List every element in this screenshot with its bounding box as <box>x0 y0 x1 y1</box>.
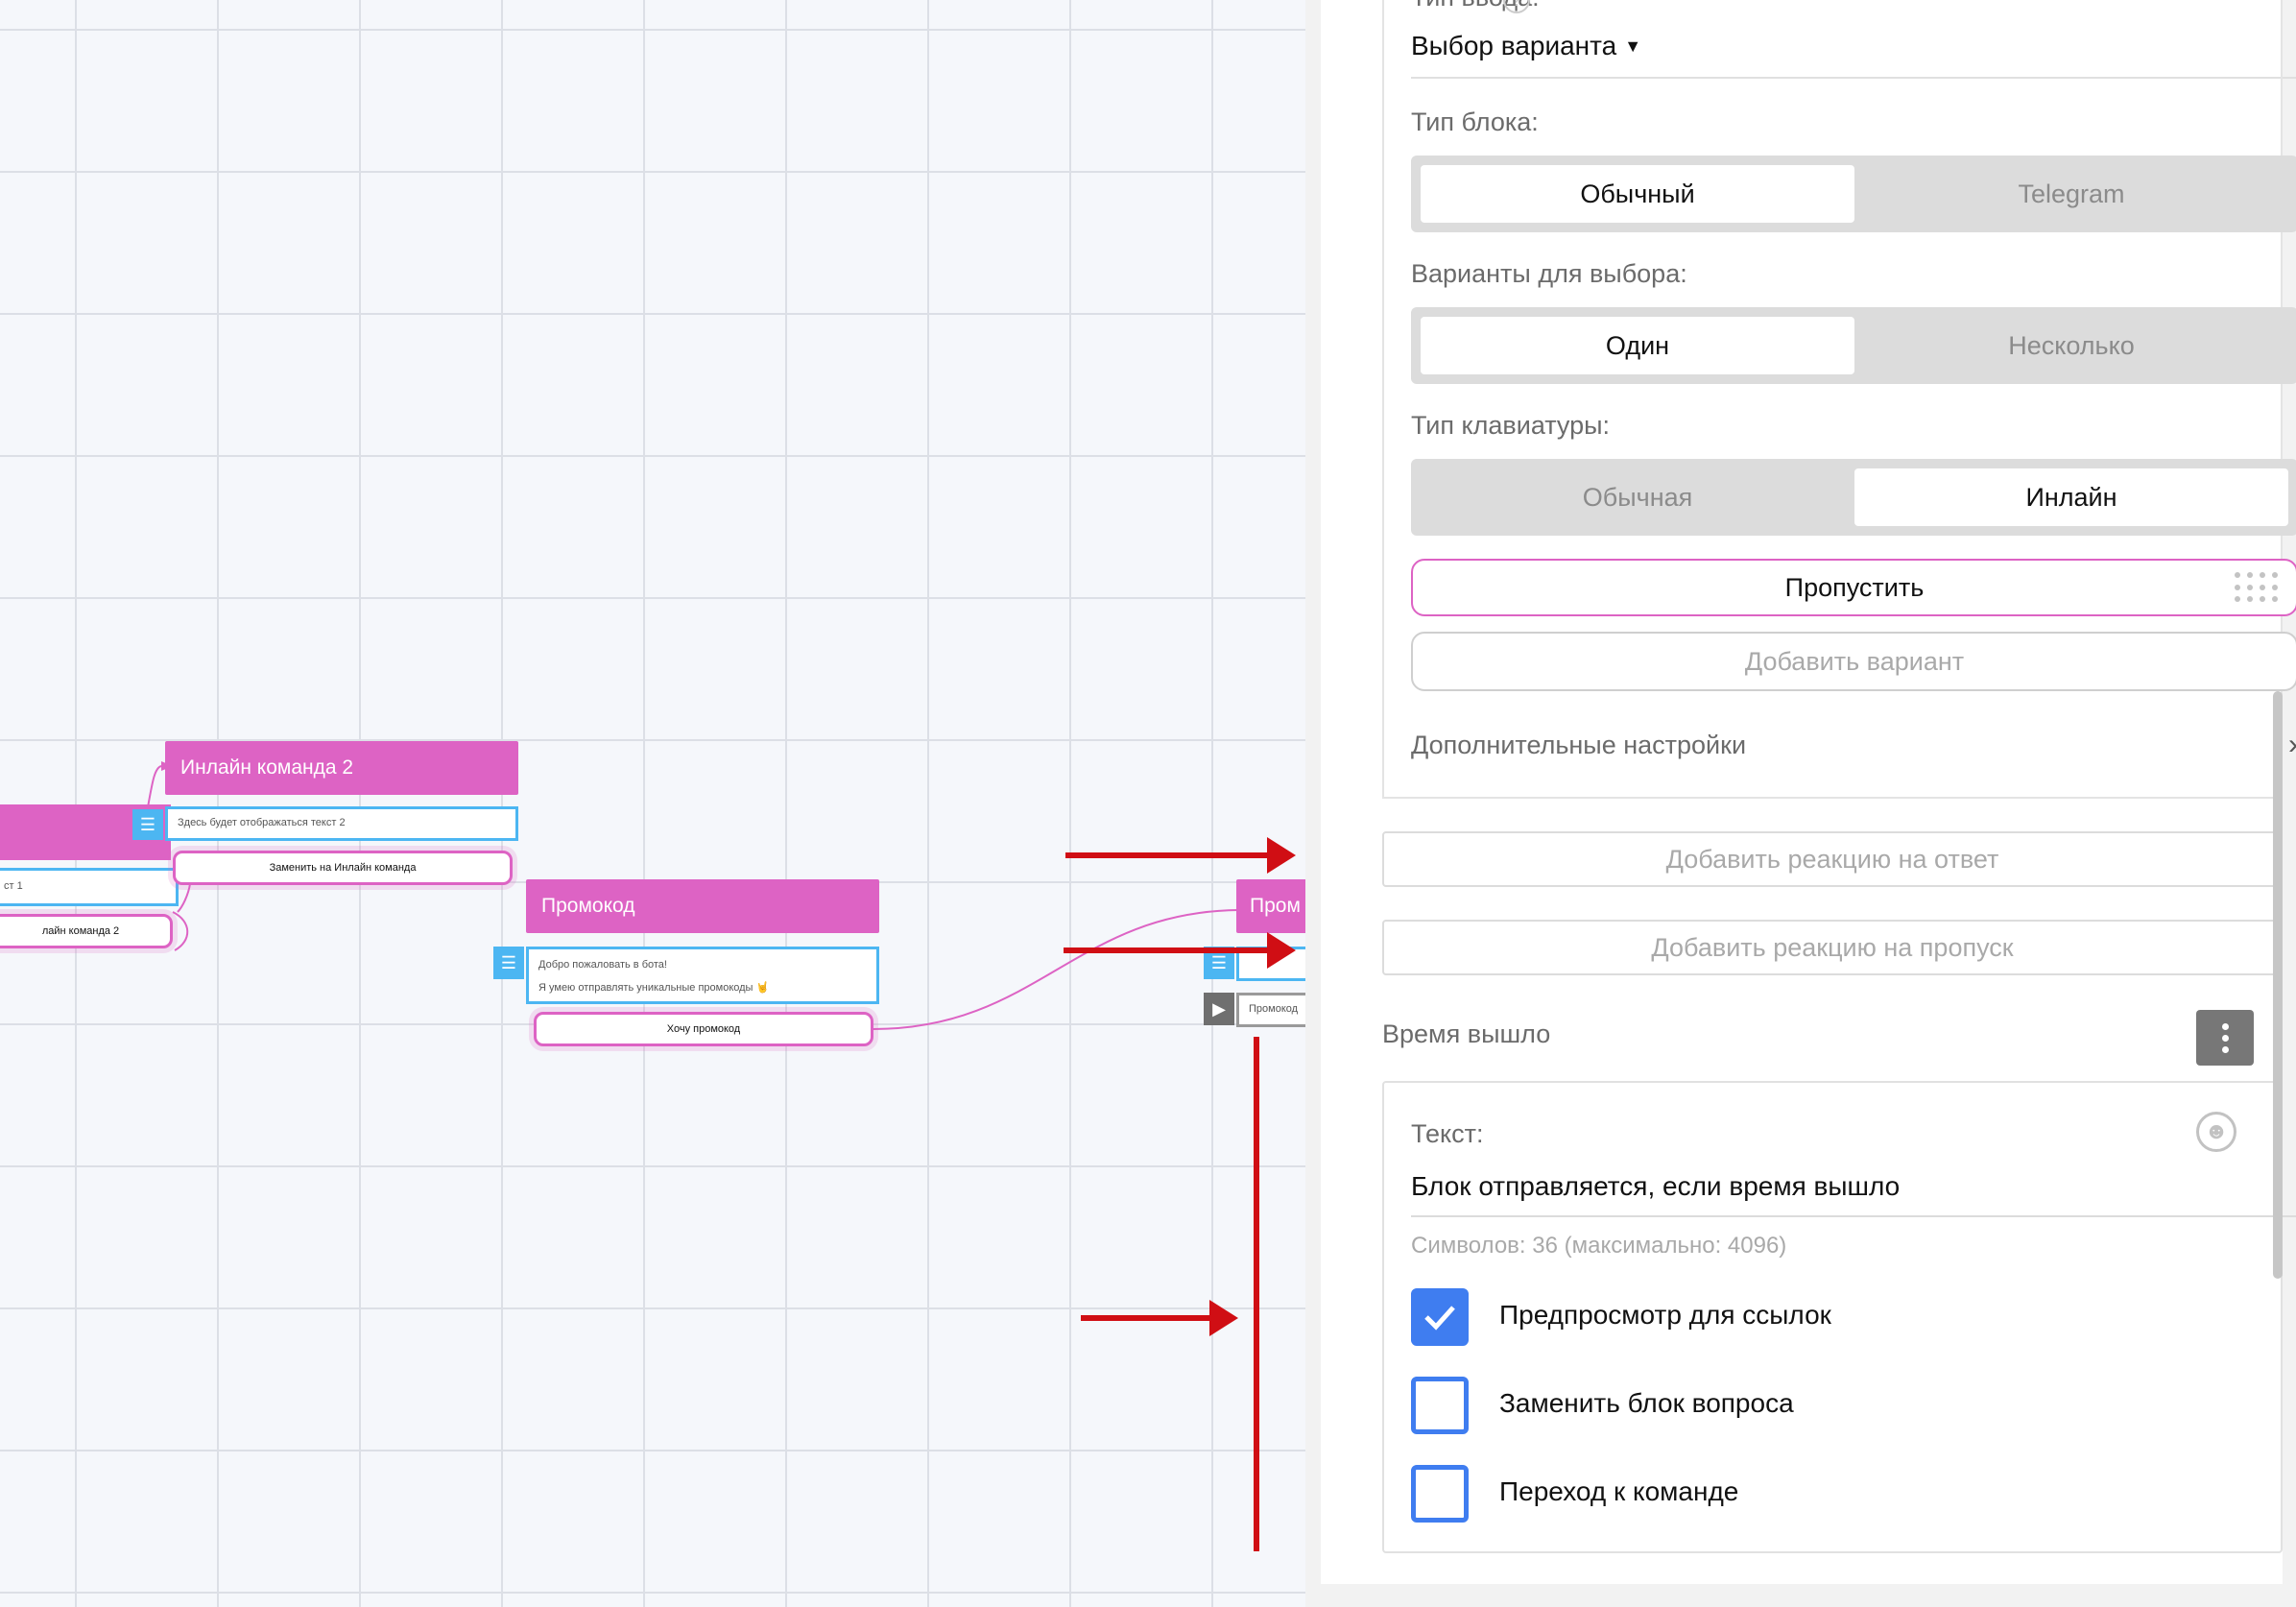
text-field-label: Текст: <box>1411 1119 1484 1148</box>
char-count: Символов: 36 (максимально: 4096) <box>1411 1233 1787 1259</box>
node-header-promo[interactable]: Промокод <box>526 879 879 933</box>
text-block-partial[interactable]: ст 1 <box>0 868 179 906</box>
text-block-content: Здесь будет отображаться текст 2 <box>178 817 346 828</box>
text-line-2: Я умею отправлять уникальные промокоды 🤘 <box>538 982 770 994</box>
drag-handle-icon[interactable] <box>2235 572 2281 605</box>
section-bottom-border <box>1382 797 2283 799</box>
timeout-text-value: Блок отправляется, если время вышло <box>1411 1171 1901 1201</box>
answer-button-replace-inline[interactable]: Заменить на Инлайн команда <box>173 851 513 885</box>
block-type-option-regular[interactable]: Обычный <box>1421 165 1854 223</box>
more-options-icon[interactable] <box>2196 1010 2254 1066</box>
checkbox-link-preview-label[interactable]: Предпросмотр для ссылок <box>1499 1300 1831 1331</box>
media-block-icon: ▶ <box>1204 993 1234 1025</box>
checkmark-icon <box>1424 1306 1455 1331</box>
annotation-vertical-line <box>1254 1037 1259 1551</box>
input-type-value: Выбор варианта <box>1411 31 1617 60</box>
block-type-label: Тип блока: <box>1411 108 1539 136</box>
advanced-settings-label: Дополнительные настройки <box>1411 730 1747 759</box>
annotation-arrow-2 <box>1064 947 1286 953</box>
add-variant-button[interactable]: Добавить вариант <box>1411 632 2296 691</box>
chevron-right-icon: › <box>2288 729 2296 761</box>
media-block-partial[interactable]: Промокод <box>1236 993 1305 1027</box>
emoji-picker-icon[interactable]: ☻ <box>2196 1112 2236 1152</box>
text-block-icon: ☰ <box>132 809 163 840</box>
add-skip-reaction-label: Добавить реакцию на пропуск <box>1651 932 2014 962</box>
add-answer-reaction-label: Добавить реакцию на ответ <box>1665 844 1999 874</box>
node-title: Инлайн команда 2 <box>180 756 354 779</box>
advanced-settings-row[interactable]: Дополнительные настройки › <box>1411 726 2296 764</box>
annotation-arrow-3 <box>1081 1315 1225 1321</box>
answer-button-label: Хочу промокод <box>666 1023 741 1035</box>
add-variant-label: Добавить вариант <box>1744 646 1965 676</box>
text-block-inline-2[interactable]: Здесь будет отображаться текст 2 <box>165 806 518 841</box>
block-type-toggle: Обычный Telegram <box>1411 156 2296 232</box>
input-type-dropdown[interactable]: Выбор варианта ▼ <box>1411 31 1641 61</box>
variant-label: Пропустить <box>1784 572 1925 602</box>
node-header-inline-2[interactable]: Инлайн команда 2 <box>165 741 518 795</box>
divider <box>1411 77 2296 79</box>
answer-button-label: Заменить на Инлайн команда <box>269 862 417 874</box>
flow-canvas[interactable]: ст 1 лайн команда 2 Инлайн команда 2 ☰ З… <box>0 0 1305 1607</box>
checkbox-replace-question[interactable] <box>1411 1377 1469 1434</box>
annotation-arrowhead-3 <box>1209 1300 1238 1336</box>
keyboard-type-label: Тип клавиатуры: <box>1411 411 1611 440</box>
block-type-option-telegram[interactable]: Telegram <box>1854 165 2288 223</box>
text-line-1: Добро пожаловать в бота! <box>538 959 667 971</box>
choice-option-multiple[interactable]: Несколько <box>1854 317 2288 374</box>
app-root: ст 1 лайн команда 2 Инлайн команда 2 ☰ З… <box>0 0 2296 1607</box>
annotation-arrow-1 <box>1065 852 1286 858</box>
timeout-section-title: Время вышло <box>1382 1019 1551 1048</box>
text-block-promo[interactable]: Добро пожаловать в бота! Я умею отправля… <box>526 947 879 1004</box>
checkbox-goto-command[interactable] <box>1411 1465 1469 1523</box>
node-header-promo-partial[interactable]: Пром <box>1236 879 1305 933</box>
checkbox-goto-command-label[interactable]: Переход к команде <box>1499 1476 1738 1507</box>
answer-button-want-promo[interactable]: Хочу промокод <box>534 1012 873 1046</box>
choice-option-one[interactable]: Один <box>1421 317 1854 374</box>
answer-button-label: лайн команда 2 <box>41 925 120 937</box>
node-title: Пром <box>1250 895 1301 917</box>
media-block-caption: Промокод <box>1249 1003 1299 1015</box>
annotation-arrowhead-2 <box>1267 932 1296 969</box>
text-block-icon: ☰ <box>493 947 524 979</box>
variant-item-skip[interactable]: Пропустить <box>1411 559 2296 616</box>
keyboard-option-regular[interactable]: Обычная <box>1421 468 1854 526</box>
checkbox-replace-question-label[interactable]: Заменить блок вопроса <box>1499 1388 1794 1419</box>
keyboard-type-toggle: Обычная Инлайн <box>1411 459 2296 536</box>
add-answer-reaction-button[interactable]: Добавить реакцию на ответ <box>1382 831 2283 887</box>
choice-variants-toggle: Один Несколько <box>1411 307 2296 384</box>
timeout-text-input[interactable]: Блок отправляется, если время вышло <box>1411 1171 2296 1217</box>
annotation-arrowhead-1 <box>1267 837 1296 874</box>
answer-button-partial[interactable]: лайн команда 2 <box>0 914 173 948</box>
text-block-content: ст 1 <box>4 880 23 892</box>
panel-scrollbar[interactable] <box>2273 691 2283 1279</box>
settings-panel: Тип ввода: ? Выбор варианта ▼ Тип блока:… <box>1305 0 2296 1607</box>
node-title: Промокод <box>541 895 635 917</box>
section-left-border <box>1382 0 1384 799</box>
keyboard-option-inline[interactable]: Инлайн <box>1854 468 2288 526</box>
settings-panel-content: Тип ввода: ? Выбор варианта ▼ Тип блока:… <box>1321 0 2296 1584</box>
choice-variants-label: Варианты для выбора: <box>1411 259 1687 288</box>
checkbox-link-preview[interactable] <box>1411 1288 1469 1346</box>
add-skip-reaction-button[interactable]: Добавить реакцию на пропуск <box>1382 920 2283 975</box>
caret-down-icon: ▼ <box>1624 36 1642 56</box>
connection-lines <box>145 761 1250 1030</box>
